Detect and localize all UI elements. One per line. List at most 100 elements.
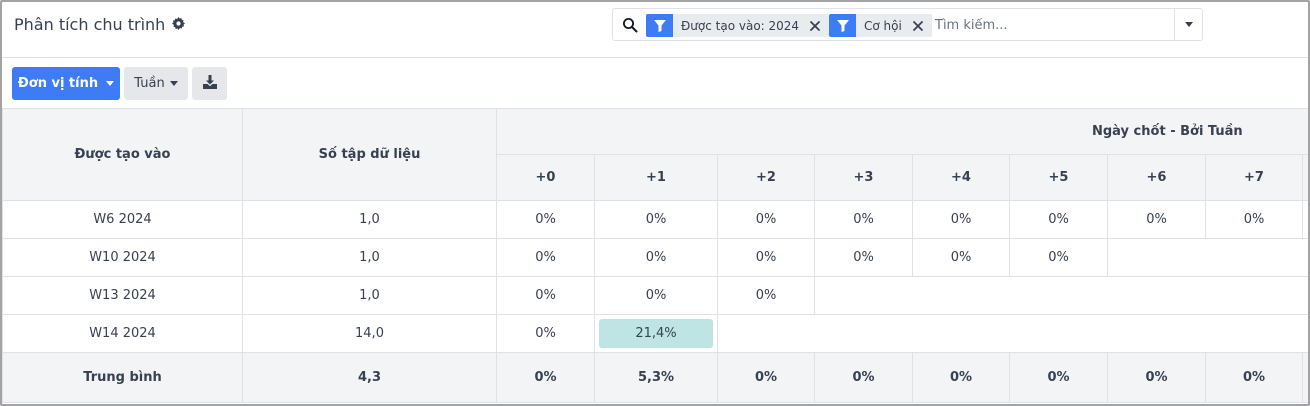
filter-icon <box>646 14 673 37</box>
cohort-cell[interactable]: 0% <box>496 200 595 239</box>
interval-label: Tuần <box>134 76 165 91</box>
row-count: 1,0 <box>242 200 497 239</box>
cohort-cell[interactable]: 0% <box>594 238 718 277</box>
cohort-cell[interactable]: 0% <box>1107 200 1206 239</box>
cohort-value: 0% <box>535 288 556 303</box>
cohort-cell[interactable]: 0% <box>912 238 1010 277</box>
footer-value: 0% <box>717 352 815 403</box>
footer-overflow <box>1301 352 1308 403</box>
cohort-value: 21,4% <box>599 319 713 348</box>
period-header: +1 <box>594 154 718 201</box>
chevron-down-icon <box>169 81 178 86</box>
control-panel: Phân tích chu trình Được tạo vào: 2024 C… <box>2 2 1308 58</box>
close-icon[interactable] <box>809 20 821 32</box>
cohort-value: 0% <box>853 212 874 227</box>
cohort-cell[interactable]: 0% <box>912 200 1010 239</box>
search-options-toggle[interactable] <box>1174 9 1203 40</box>
period-header: +5 <box>1009 154 1108 201</box>
cohort-value: 0% <box>535 326 556 341</box>
page-title-text: Phân tích chu trình <box>14 15 166 34</box>
row-label: W10 2024 <box>2 238 243 277</box>
download-button[interactable] <box>192 67 227 100</box>
cohort-cell[interactable]: 0% <box>1205 200 1303 239</box>
page-title: Phân tích chu trình <box>14 15 186 34</box>
table-row: W6 2024 1,0 0% 0% 0% 0% 0% 0% 0% 0% <box>2 200 1308 239</box>
cohort-value: 0% <box>535 250 556 265</box>
cohort-value: 0% <box>950 250 972 265</box>
interval-dropdown-button[interactable]: Tuần <box>124 67 188 100</box>
empty-cell <box>1106 238 1308 277</box>
col-header-count[interactable]: Số tập dữ liệu <box>242 108 497 201</box>
search-icon[interactable] <box>622 17 638 33</box>
facet-created-date: Được tạo vào: 2024 <box>646 14 830 37</box>
chevron-down-icon <box>106 81 115 86</box>
table-row: W14 2024 14,0 0% 21,4% <box>2 314 1308 353</box>
measure-dropdown-button[interactable]: Đơn vị tính <box>12 67 120 100</box>
row-label: W14 2024 <box>2 314 243 353</box>
footer-value: 5,3% <box>594 352 718 403</box>
cohort-cell[interactable]: 0% <box>594 276 718 315</box>
footer-value: 0% <box>1205 352 1303 403</box>
cohort-cell[interactable]: 0% <box>814 200 913 239</box>
cohort-value: 0% <box>1146 212 1167 227</box>
cohort-value: 0% <box>645 288 667 303</box>
measure-label: Đơn vị tính <box>17 76 99 91</box>
empty-cell <box>813 276 1308 315</box>
row-label: W6 2024 <box>2 200 243 239</box>
cohort-value: 0% <box>755 212 777 227</box>
row-count: 1,0 <box>242 276 497 315</box>
footer-label: Trung bình <box>2 352 243 403</box>
table-row: W10 2024 1,0 0% 0% 0% 0% 0% 0% <box>2 238 1308 277</box>
cohort-value: 0% <box>950 212 972 227</box>
cohort-value: 0% <box>645 250 667 265</box>
cohort-cell[interactable]: 0% <box>717 238 815 277</box>
period-header: +2 <box>717 154 815 201</box>
search-bar: Được tạo vào: 2024 Cơ hội <box>612 8 1203 41</box>
cohort-cell[interactable]: 0% <box>496 238 595 277</box>
cohort-value: 0% <box>755 288 777 303</box>
footer-value: 0% <box>496 352 595 403</box>
facet-opportunity: Cơ hội <box>829 14 932 37</box>
period-header: +6 <box>1107 154 1206 201</box>
cohort-cell[interactable]: 21,4% <box>594 314 718 353</box>
search-input[interactable] <box>935 15 1165 35</box>
row-label: W13 2024 <box>2 276 243 315</box>
footer-value: 0% <box>814 352 913 403</box>
facet-label: Được tạo vào: 2024 <box>681 18 800 33</box>
close-icon[interactable] <box>912 20 924 32</box>
cohort-cell[interactable]: 0% <box>594 200 718 239</box>
footer-value: 0% <box>1107 352 1206 403</box>
cohort-value: 0% <box>1243 212 1265 227</box>
empty-cell <box>716 314 1308 353</box>
footer-value: 0% <box>1009 352 1108 403</box>
period-header: +7 <box>1205 154 1303 201</box>
period-header-overflow <box>1301 154 1308 201</box>
cohort-value: 0% <box>535 212 556 227</box>
period-header: +3 <box>814 154 913 201</box>
cohort-cell[interactable]: 0% <box>717 276 815 315</box>
facet-label: Cơ hội <box>864 18 902 33</box>
cohort-cell[interactable]: 0% <box>717 200 815 239</box>
cohort-cell[interactable]: 0% <box>1009 238 1108 277</box>
cohort-cell[interactable]: 0% <box>814 238 913 277</box>
cohort-value: 0% <box>853 250 874 265</box>
cohort-table: Được tạo vào Số tập dữ liệu Ngày chốt - … <box>2 108 1308 403</box>
table-row: W13 2024 1,0 0% 0% 0% <box>2 276 1308 315</box>
footer-count: 4,3 <box>242 352 497 403</box>
download-icon <box>202 74 217 93</box>
cohort-value: 0% <box>1048 250 1069 265</box>
cohort-cell[interactable]: 0% <box>496 276 595 315</box>
filter-icon <box>829 14 856 37</box>
col-header-created[interactable]: Được tạo vào <box>2 108 243 201</box>
row-count: 14,0 <box>242 314 497 353</box>
chevron-down-icon <box>1185 22 1193 27</box>
col-header-group: Ngày chốt - Bởi Tuần <box>495 108 1308 155</box>
empty-cell <box>1301 200 1308 239</box>
gear-icon[interactable] <box>172 15 186 34</box>
cohort-cell[interactable]: 0% <box>1009 200 1108 239</box>
cohort-view: Phân tích chu trình Được tạo vào: 2024 C… <box>0 0 1310 406</box>
cohort-cell[interactable]: 0% <box>496 314 595 353</box>
period-header: +0 <box>496 154 595 201</box>
row-count: 1,0 <box>242 238 497 277</box>
cohort-value: 0% <box>645 212 667 227</box>
